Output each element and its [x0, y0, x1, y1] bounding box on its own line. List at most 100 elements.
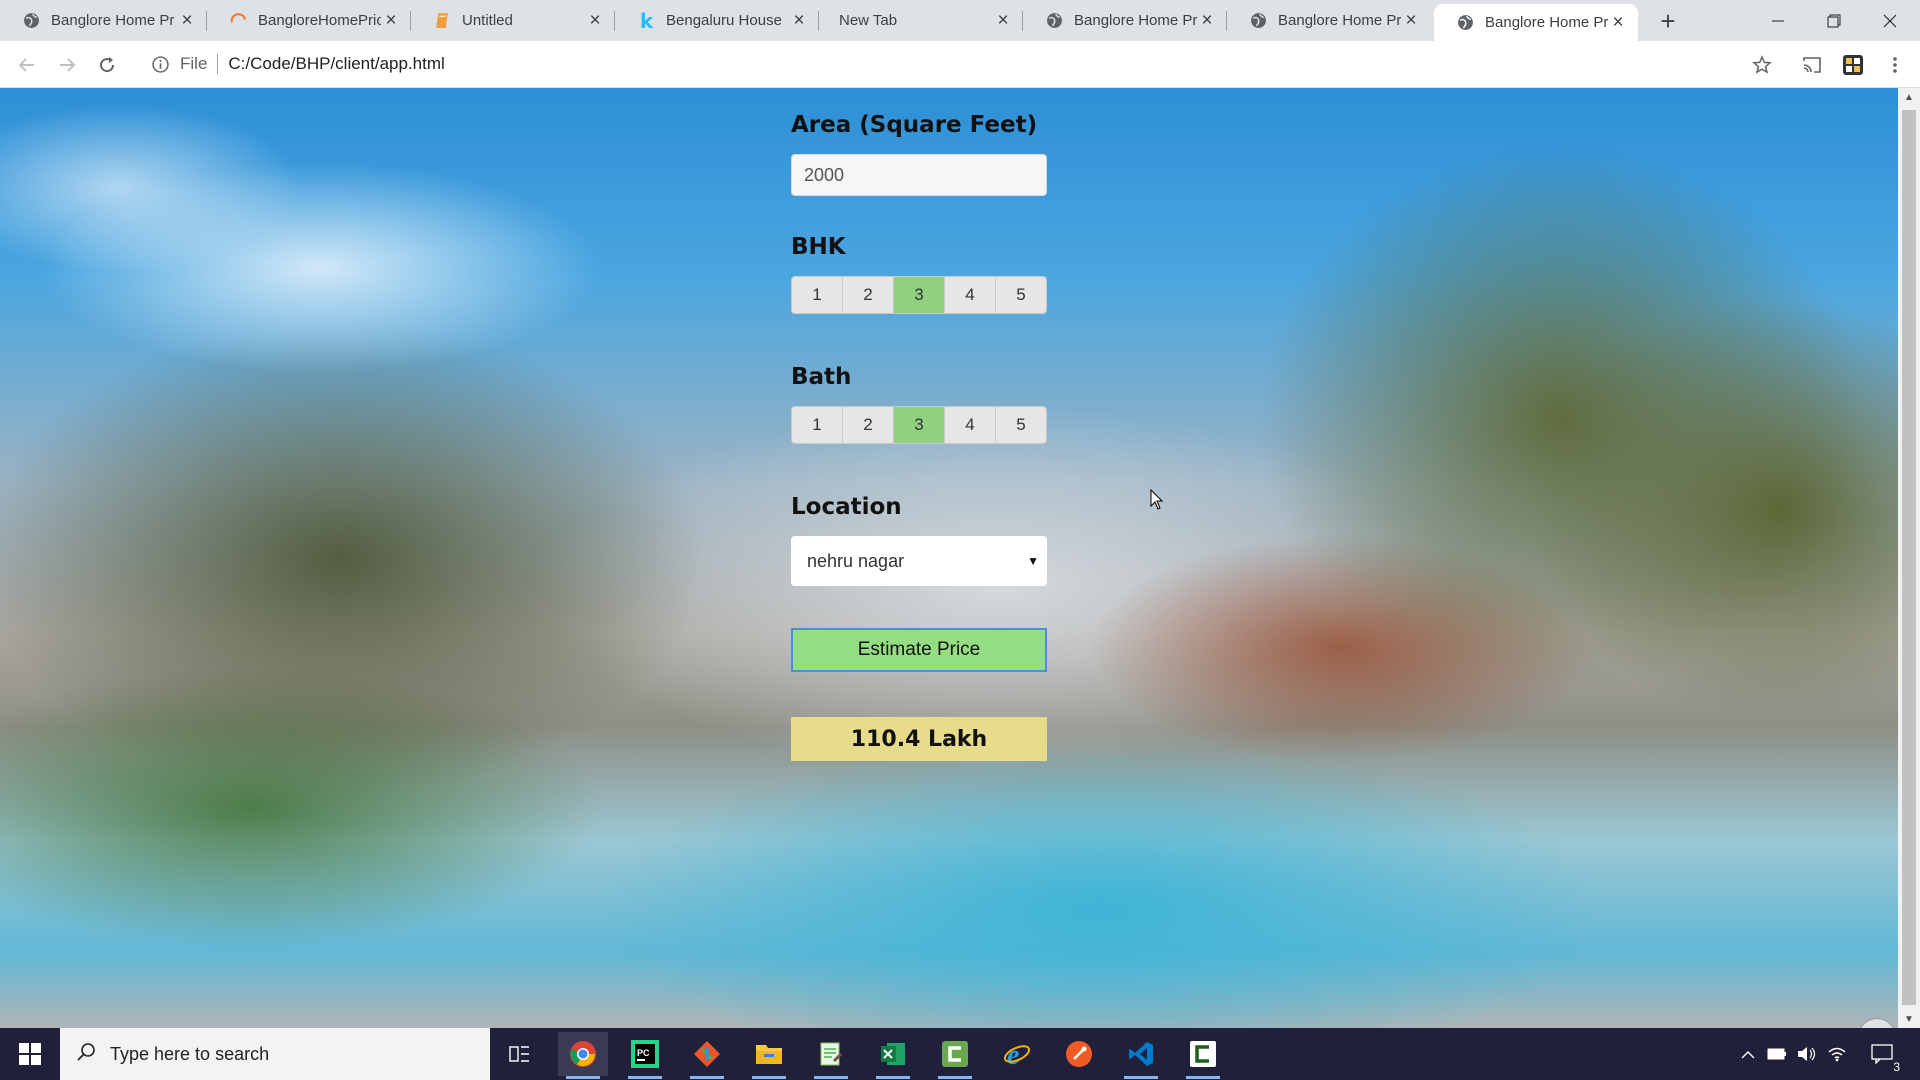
pycharm-taskbar-icon[interactable]: PC [620, 1032, 670, 1079]
excel-taskbar-icon[interactable] [868, 1032, 918, 1079]
bath-option-4[interactable]: 4 [945, 407, 996, 443]
estimate-price-button[interactable]: Estimate Price [791, 628, 1047, 672]
svg-text:e: e [1007, 1040, 1019, 1068]
notebook-icon [433, 11, 452, 30]
chrome-taskbar-icon[interactable] [558, 1032, 608, 1079]
bhk-option-1[interactable]: 1 [792, 277, 843, 313]
internet-explorer-taskbar-icon[interactable]: e [992, 1032, 1042, 1076]
close-window-button[interactable] [1862, 0, 1918, 41]
windows-start-button[interactable] [0, 1028, 60, 1080]
notifications-icon[interactable]: 3 [1862, 1028, 1902, 1080]
tab-title: BangloreHomePric [258, 12, 381, 29]
address-bar[interactable]: File C:/Code/BHP/client/app.html [140, 47, 1770, 81]
address-divider [217, 54, 219, 74]
browser-tab[interactable]: Banglore Home Pr × [1227, 0, 1431, 41]
volume-icon[interactable] [1793, 1028, 1821, 1080]
globe-icon [22, 11, 41, 30]
bhk-label: BHK [791, 234, 846, 260]
minimize-button[interactable] [1750, 0, 1806, 41]
tab-title: Banglore Home Pr [1485, 14, 1608, 31]
taskbar-search-box[interactable]: Type here to search [60, 1028, 490, 1080]
bath-option-5[interactable]: 5 [996, 407, 1046, 443]
camtasia-taskbar-icon[interactable] [930, 1032, 980, 1079]
postman-taskbar-icon[interactable] [1054, 1032, 1104, 1076]
vscode-taskbar-icon[interactable] [1116, 1032, 1166, 1079]
reload-button[interactable] [92, 50, 122, 80]
browser-tab[interactable]: Banglore Home Pr × [1023, 0, 1227, 41]
browser-toolbar: File C:/Code/BHP/client/app.html [0, 41, 1920, 88]
notepad-taskbar-icon[interactable] [806, 1032, 856, 1079]
show-hidden-icons-icon[interactable] [1735, 1028, 1761, 1080]
bhk-option-5[interactable]: 5 [996, 277, 1046, 313]
bath-selector: 1 2 3 4 5 [791, 406, 1047, 444]
scroll-up-arrow-icon[interactable]: ▲ [1898, 88, 1920, 106]
close-tab-icon[interactable]: × [381, 10, 401, 31]
location-selected-value: nehru nagar [807, 550, 905, 571]
close-tab-icon[interactable]: × [789, 10, 809, 31]
close-tab-icon[interactable]: × [1197, 10, 1217, 31]
battery-icon[interactable] [1763, 1028, 1791, 1080]
globe-icon [1456, 13, 1475, 32]
bath-option-1[interactable]: 1 [792, 407, 843, 443]
bhk-option-4[interactable]: 4 [945, 277, 996, 313]
task-view-icon[interactable] [495, 1032, 545, 1076]
notification-count-badge: 3 [1893, 1060, 1900, 1074]
page-scrollbar[interactable]: ▲ ▼ [1898, 88, 1920, 1028]
close-tab-icon[interactable]: × [1401, 10, 1421, 31]
bath-label: Bath [791, 364, 852, 390]
bhk-option-3[interactable]: 3 [894, 277, 945, 313]
close-tab-icon[interactable]: × [585, 10, 605, 31]
kaggle-icon: k [639, 8, 654, 33]
git-taskbar-icon[interactable] [682, 1032, 732, 1079]
browser-tab[interactable]: New Tab × [819, 0, 1023, 41]
mouse-cursor-icon [1150, 488, 1164, 516]
windows-taskbar: Type here to search PC e 3 [0, 1028, 1920, 1080]
tab-title: Untitled [462, 12, 513, 29]
dropdown-caret-icon: ▼ [1027, 554, 1039, 568]
back-button[interactable] [12, 50, 42, 80]
close-tab-icon[interactable]: × [177, 10, 197, 31]
close-tab-icon[interactable]: × [993, 10, 1013, 31]
close-tab-icon[interactable]: × [1608, 12, 1628, 33]
globe-icon [1045, 11, 1064, 30]
bookmark-star-icon[interactable] [1747, 50, 1777, 80]
search-placeholder: Type here to search [110, 1043, 270, 1064]
more-menu-icon[interactable] [1880, 50, 1910, 80]
area-input[interactable]: 2000 [791, 154, 1047, 196]
tab-title: Banglore Home Pr [1278, 12, 1401, 29]
url-text[interactable]: C:/Code/BHP/client/app.html [228, 54, 444, 74]
globe-icon [1249, 11, 1268, 30]
estimated-price-result: 110.4 Lakh [791, 717, 1047, 761]
camtasia-recorder-taskbar-icon[interactable] [1178, 1032, 1228, 1079]
svg-text:PC: PC [637, 1048, 650, 1058]
browser-tab-active[interactable]: Banglore Home Pr × [1434, 4, 1638, 41]
bhk-option-2[interactable]: 2 [843, 277, 894, 313]
new-tab-button[interactable]: + [1654, 6, 1682, 36]
restore-button[interactable] [1806, 0, 1862, 41]
location-dropdown[interactable]: nehru nagar ▼ [791, 536, 1047, 586]
tab-title: Banglore Home Pr [51, 12, 175, 29]
bhk-selector: 1 2 3 4 5 [791, 276, 1047, 314]
browser-tab[interactable]: k Bengaluru House × [615, 0, 819, 41]
search-icon [76, 1042, 96, 1067]
cast-icon[interactable] [1797, 50, 1827, 80]
info-icon[interactable] [150, 54, 170, 74]
url-scheme-label: File [180, 54, 208, 73]
scroll-down-arrow-icon[interactable]: ▼ [1898, 1010, 1920, 1028]
page-background: Area (Square Feet) 2000 BHK 1 2 3 4 5 Ba… [0, 88, 1898, 1028]
bath-option-3[interactable]: 3 [894, 407, 945, 443]
tab-title: Bengaluru House [666, 12, 782, 29]
browser-tab[interactable]: Untitled × [411, 0, 615, 41]
location-label: Location [791, 494, 902, 520]
file-explorer-taskbar-icon[interactable] [744, 1032, 794, 1079]
tab-title: New Tab [839, 12, 898, 29]
area-label: Area (Square Feet) [791, 112, 1038, 138]
wifi-icon[interactable] [1823, 1028, 1851, 1080]
browser-tab[interactable]: BangloreHomePric × [207, 0, 411, 41]
scrollbar-thumb[interactable] [1902, 110, 1916, 1005]
browser-tab-strip: Banglore Home Pr × BangloreHomePric × Un… [0, 0, 1920, 41]
browser-tab[interactable]: Banglore Home Pr × [0, 0, 207, 41]
extension-icon[interactable] [1838, 50, 1868, 80]
bath-option-2[interactable]: 2 [843, 407, 894, 443]
forward-button[interactable] [52, 50, 82, 80]
